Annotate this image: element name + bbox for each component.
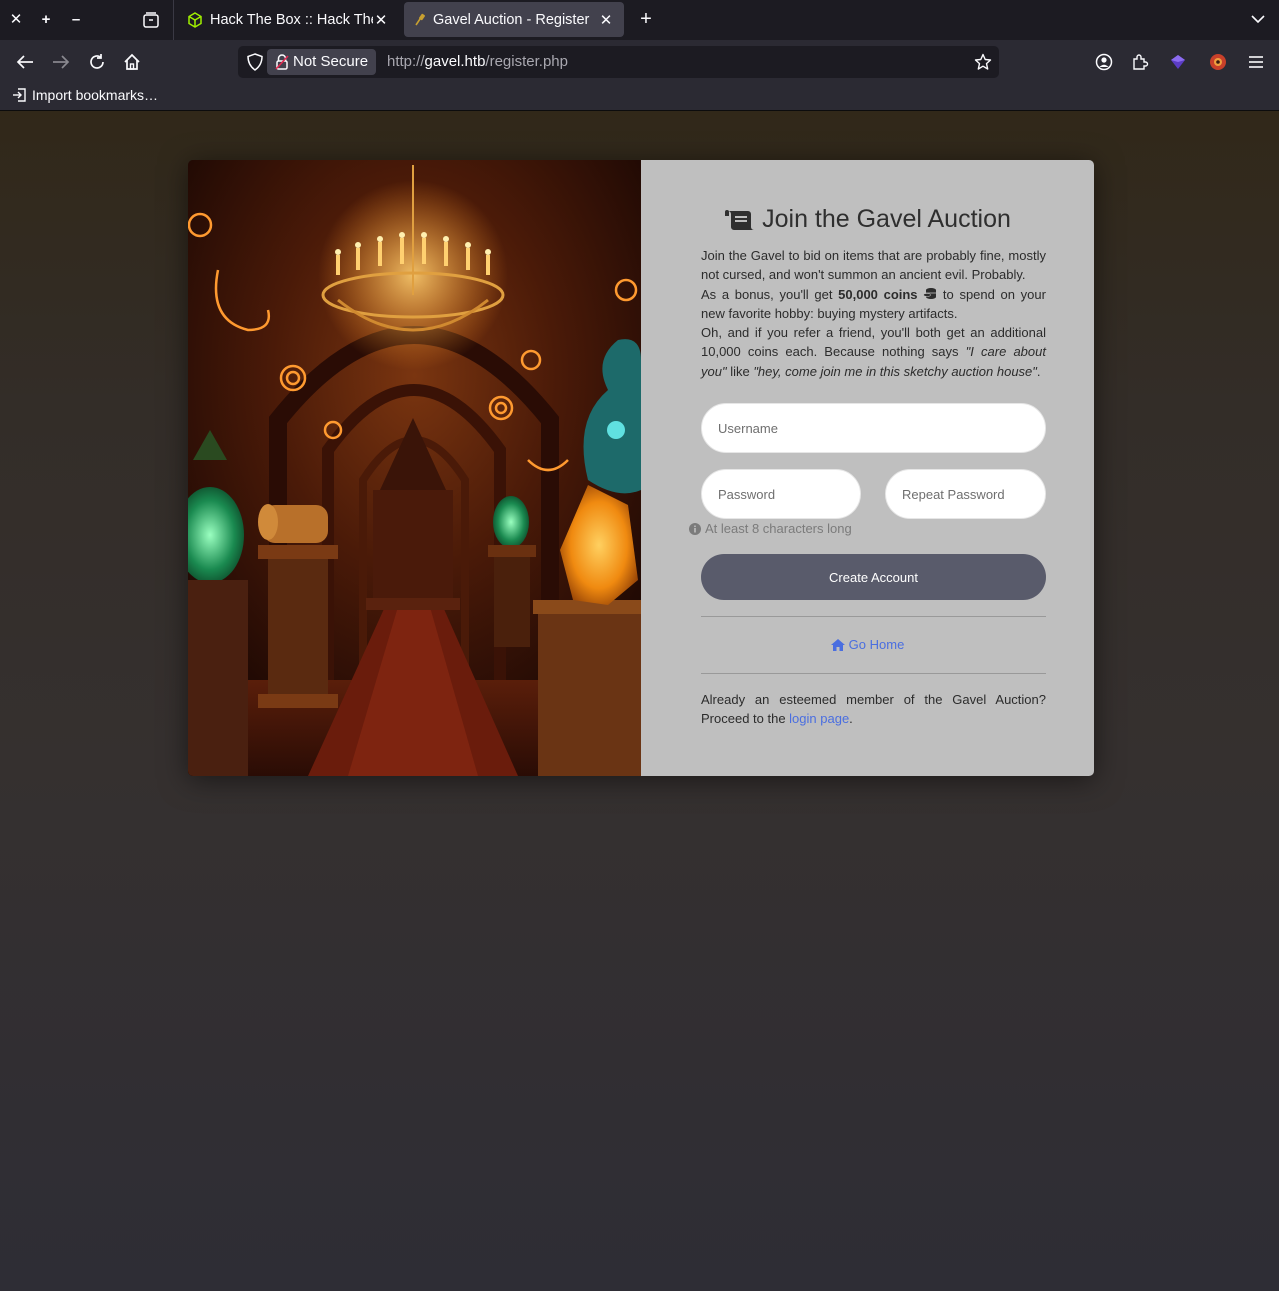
import-icon [13,88,26,102]
extension-red-icon[interactable] [1206,50,1230,74]
navigation-toolbar: Not Secure http://gavel.htb/register.php… [0,40,1279,99]
extensions-puzzle-icon[interactable] [1128,50,1152,74]
intro-paragraph-3: Oh, and if you refer a friend, you'll bo… [701,325,1046,379]
insecure-lock-icon [275,54,289,70]
url-text[interactable]: http://gavel.htb/register.php [387,46,568,78]
coins-amount: 50,000 coins [838,286,918,302]
hackthebox-cube-icon [188,11,202,28]
login-prompt: Already an esteemed member of the Gavel … [701,692,1046,727]
repeat-password-input[interactable] [885,469,1046,519]
username-input[interactable] [701,403,1046,453]
page-title-text: Join the Gavel Auction [762,205,1011,233]
home-icon [830,638,845,651]
back-arrow-icon[interactable] [13,50,37,74]
register-card: Join the Gavel Auction Join the Gavel to… [188,160,1094,776]
maximize-window-icon[interactable]: + [36,8,56,30]
home-icon[interactable] [120,50,144,74]
bookmark-star-icon[interactable] [974,53,992,71]
go-home-label: Go Home [848,637,905,652]
not-secure-indicator[interactable]: Not Secure [267,49,377,75]
url-path: /register.php [485,53,568,70]
close-tab-icon[interactable]: ✕ [373,11,389,29]
tab-gavel-register[interactable]: Gavel Auction - Register ✕ [404,2,624,37]
intro-text: Join the Gavel to bid on items that are … [701,246,1046,381]
password-input[interactable] [701,469,861,519]
new-tab-icon[interactable]: + [636,8,656,30]
tab-title: Gavel Auction - Register [433,11,590,28]
close-window-icon[interactable]: ✕ [6,8,26,30]
bookmarks-toolbar: Import bookmarks… [0,83,1279,111]
url-host: gavel.htb [424,53,486,70]
tab-groups-icon[interactable] [141,9,161,31]
menu-hamburger-icon[interactable] [1244,50,1268,74]
close-tab-icon[interactable]: ✕ [598,11,614,29]
url-bar[interactable]: Not Secure http://gavel.htb/register.php [238,46,999,78]
tracking-shield-icon[interactable] [246,53,264,71]
import-bookmarks-button[interactable]: Import bookmarks… [12,87,158,103]
divider [701,673,1046,674]
tab-separator [173,0,174,40]
go-home-link[interactable]: Go Home [641,637,1094,652]
security-label: Not Secure [293,53,369,70]
divider [701,616,1046,617]
intro-paragraph-1: Join the Gavel to bid on items that are … [701,248,1046,283]
page-background: Join the Gavel Auction Join the Gavel to… [0,111,1279,1291]
url-scheme: http:// [387,53,425,70]
extension-purple-gem-icon[interactable] [1166,50,1190,74]
auction-hall-illustration [188,160,641,776]
gavel-favicon-icon [415,13,425,25]
forward-arrow-icon [49,50,73,74]
scroll-icon [725,209,755,230]
password-hint: At least 8 characters long [689,521,852,536]
tab-strip: ✕ + – Hack The Box :: Hack The Box ✕ Gav… [0,0,1279,40]
tab-hackthebox[interactable]: Hack The Box :: Hack The Box ✕ [177,2,399,37]
list-all-tabs-icon[interactable] [1248,9,1268,29]
create-account-button[interactable]: Create Account [701,554,1046,600]
page-title: Join the Gavel Auction [641,205,1094,234]
coins-icon [923,287,937,299]
info-circle-icon [689,522,701,535]
import-bookmarks-label: Import bookmarks… [32,87,159,103]
register-form-panel: Join the Gavel Auction Join the Gavel to… [641,160,1094,776]
reload-icon[interactable] [85,50,109,74]
login-page-link[interactable]: login page [789,711,849,726]
password-hint-text: At least 8 characters long [705,521,852,536]
minimize-window-icon[interactable]: – [66,8,86,30]
intro-paragraph-2: As a bonus, you'll get 50,000 coins to s… [701,286,1046,321]
account-icon[interactable] [1092,50,1116,74]
tab-title: Hack The Box :: Hack The Box [210,11,373,28]
